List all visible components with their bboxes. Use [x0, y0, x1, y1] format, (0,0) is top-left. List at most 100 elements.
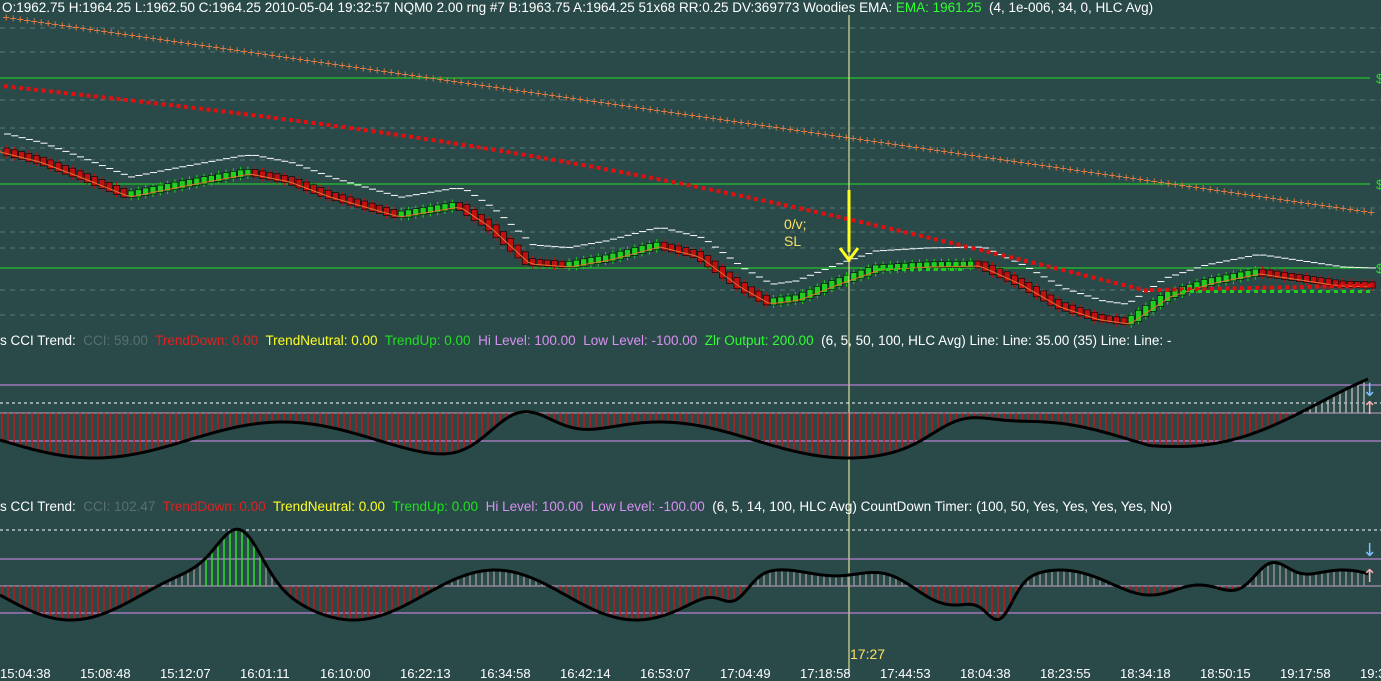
ema-dot: [836, 214, 841, 219]
ema-dot: [596, 165, 601, 170]
ema-dot: [19, 86, 23, 91]
cci1-value: CCI: 59.00: [83, 333, 148, 348]
ema-dot: [1150, 288, 1154, 292]
ema-dot: [1114, 281, 1118, 286]
ema-dot: [821, 211, 826, 216]
time-axis: 15:04:38 15:08:48 15:12:07 16:01:11 16:10:00…: [0, 666, 1381, 681]
cursor-time-label: 17:27: [850, 646, 886, 662]
ema-dot: [649, 175, 653, 180]
ema-dot: [1337, 284, 1342, 289]
ema-dot: [274, 116, 278, 121]
ema-dot: [281, 117, 286, 122]
ema-dot: [1031, 260, 1036, 265]
ema-dot: [679, 181, 683, 186]
ema-dot: [1099, 277, 1103, 282]
green-dot: [894, 268, 898, 271]
ema-dot: [56, 90, 61, 95]
candle-bar: [762, 294, 770, 306]
ema-dot: [349, 126, 353, 131]
green-dot: [1310, 290, 1314, 293]
ema-dot: [439, 139, 443, 144]
ema-dot: [1247, 286, 1252, 291]
ema-dot: [761, 198, 766, 203]
ema-dot: [206, 107, 211, 112]
cci1-title: s CCI Trend:: [0, 333, 76, 348]
ema-dot: [634, 172, 638, 177]
green-dot: [958, 268, 962, 271]
ema-dot: [514, 151, 518, 156]
ema-dot: [701, 186, 706, 191]
cci1-trend-neutral: TrendNeutral: 0.00: [265, 333, 378, 348]
candle-bar: [989, 264, 996, 275]
ema-dot: [716, 189, 721, 194]
cci2-value: CCI: 102.47: [83, 499, 156, 514]
price-axis-label: $: [1376, 261, 1381, 276]
ema-dot: [1225, 286, 1229, 291]
candle-bar: [76, 170, 84, 181]
ema-dot: [521, 152, 526, 157]
ema-dot: [94, 94, 98, 99]
green-dot: [1318, 290, 1322, 293]
ema-dot: [259, 114, 263, 119]
green-dot: [1182, 290, 1186, 293]
ema-dot: [1016, 257, 1021, 262]
ema-dot: [139, 99, 143, 104]
green-dot: [926, 268, 930, 271]
ema-dot: [581, 163, 586, 168]
cci1-zlr: Zlr Output: 200.00: [704, 333, 814, 348]
ema-dot: [116, 97, 121, 102]
ema-dot: [1232, 286, 1237, 291]
ema-dot: [971, 246, 976, 251]
ema-dot: [724, 190, 728, 195]
ema-dot: [416, 135, 421, 140]
ema-dot: [1106, 279, 1111, 284]
ema-dot: [326, 123, 331, 128]
ema-dot: [941, 239, 946, 244]
ema-dot: [341, 125, 346, 130]
ema-dot: [446, 140, 451, 145]
ema-dot: [911, 232, 916, 237]
green-dot: [1326, 290, 1330, 293]
ema-dot: [956, 242, 961, 247]
ema-dot: [709, 187, 713, 192]
ema-dot: [476, 145, 481, 150]
ema-dot: [881, 225, 886, 230]
ema-dot: [1091, 275, 1096, 280]
green-dot: [1302, 290, 1306, 293]
candle-bar: [120, 188, 128, 198]
annotation-line-1: 0/v;: [784, 216, 807, 232]
ema-dot: [986, 249, 991, 254]
ema-dot: [1076, 271, 1081, 276]
ema-dot: [889, 226, 893, 231]
ema-dot: [964, 244, 968, 249]
green-dot: [1294, 290, 1298, 293]
green-dot: [1206, 290, 1210, 293]
ema-dot: [1129, 284, 1133, 289]
ema-dot: [1330, 284, 1334, 289]
green-dot: [1198, 290, 1202, 293]
ema-dot: [566, 160, 571, 165]
ema-dot: [1322, 284, 1327, 289]
ema-dot: [1352, 283, 1357, 288]
ema-dot: [604, 167, 608, 172]
ema-dot: [1360, 283, 1364, 288]
ema-dot: [589, 164, 593, 169]
candle-bar: [98, 179, 106, 189]
green-dot: [1342, 290, 1346, 293]
ema-dot: [41, 88, 46, 93]
ema-dot: [1009, 255, 1013, 260]
ema-dot: [71, 91, 76, 96]
ema-dot: [806, 208, 811, 213]
ema-dot: [859, 220, 863, 225]
ema-dot: [664, 178, 668, 183]
up-arrow-icon: ↑: [1362, 566, 1377, 587]
ema-dot: [1262, 285, 1267, 290]
cci1-low-level: Low Level: -100.00: [583, 333, 698, 348]
cci-panel-1-header: s CCI Trend: CCI: 59.00 TrendDown: 0.00 …: [0, 333, 1171, 348]
candle-bar: [113, 185, 120, 195]
cci2-params: (6, 5, 14, 100, HLC Avg) CountDown Timer…: [712, 499, 1173, 514]
cci1-trend-up: TrendUp: 0.00: [384, 333, 471, 348]
ema-dot: [1210, 286, 1214, 291]
ema-dot: [919, 233, 923, 238]
candle-bar: [981, 261, 989, 272]
